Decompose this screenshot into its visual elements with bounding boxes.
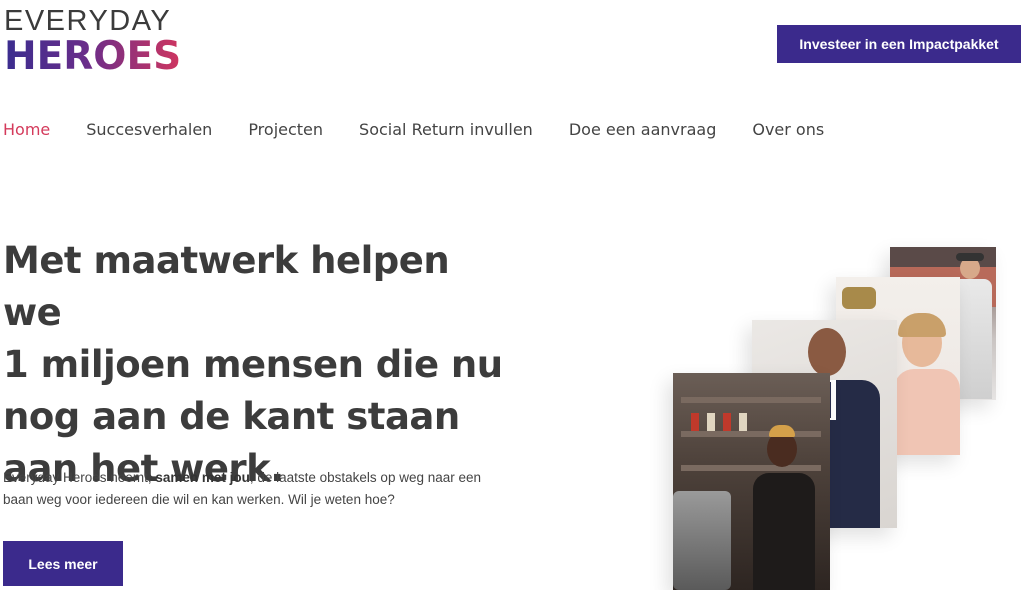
hero-lead-text: Everyday Heroes neemt, samen met jou, de… (3, 467, 503, 511)
photo-woman-barista (673, 373, 830, 590)
hero-headline: Met maatwerk helpen we 1 miljoen mensen … (3, 235, 513, 495)
nav-item-over-ons[interactable]: Over ons (752, 119, 824, 141)
main-nav: Home Succesverhalen Projecten Social Ret… (3, 119, 860, 141)
lead-text-bold: samen met jou (155, 470, 250, 485)
nav-item-home[interactable]: Home (3, 119, 50, 141)
logo[interactable]: EVERYDAY HEROES (4, 6, 189, 77)
read-more-button[interactable]: Lees meer (3, 541, 123, 586)
nav-item-aanvraag[interactable]: Doe een aanvraag (569, 119, 717, 141)
nav-item-projecten[interactable]: Projecten (248, 119, 323, 141)
nav-item-social-return[interactable]: Social Return invullen (359, 119, 533, 141)
lead-text-start: Everyday Heroes neemt, (3, 470, 156, 485)
headline-line-1: Met maatwerk helpen we (3, 239, 450, 334)
invest-impact-package-button[interactable]: Investeer in een Impactpakket (777, 25, 1021, 63)
logo-line-1: EVERYDAY (4, 5, 172, 37)
nav-item-succesverhalen[interactable]: Succesverhalen (86, 119, 212, 141)
headline-line-2: 1 miljoen mensen die nu (3, 343, 503, 386)
headline-line-3: nog aan de kant staan (3, 395, 460, 438)
logo-line-2: HEROES (4, 37, 189, 77)
